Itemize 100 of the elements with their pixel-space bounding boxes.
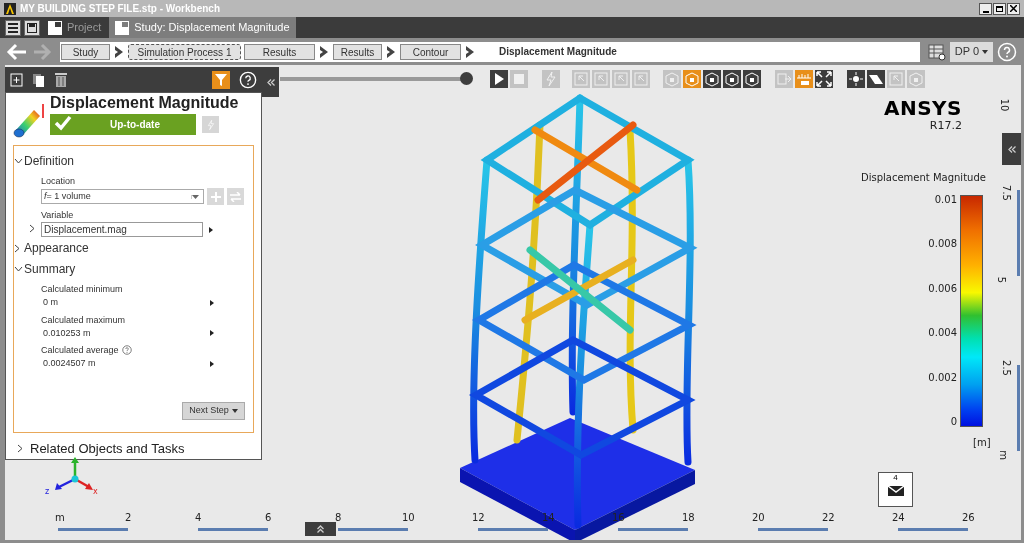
axis-label: z (45, 488, 50, 496)
scale-label: 0.006 (928, 283, 957, 294)
cube-icon (663, 70, 681, 88)
expand-arrow-icon[interactable] (210, 330, 214, 337)
cube-icon (743, 70, 761, 88)
layout-icon (48, 20, 62, 35)
ruler-label: 18 (682, 513, 695, 523)
double-chevron-up-icon (317, 525, 324, 533)
window-title: MY BUILDING STEP FILE.stp - Workbench (20, 2, 221, 16)
section-header[interactable]: Summary (24, 260, 76, 278)
toolbar-button[interactable] (847, 70, 865, 88)
breadcrumb[interactable]: Simulation Process 1 (128, 43, 241, 60)
cube-icon (723, 70, 741, 88)
breadcrumb[interactable]: Study (61, 43, 110, 60)
current-step-label: Displacement Magnitude (499, 45, 617, 59)
logo-text: ANSYS (884, 98, 962, 118)
toolbar-button[interactable] (867, 70, 885, 88)
section-header[interactable]: Definition (24, 152, 75, 170)
section-header[interactable]: Related Objects and Tasks (30, 439, 185, 459)
field-label: Location (41, 175, 76, 187)
toolbar-button[interactable] (815, 70, 833, 88)
caret-icon (231, 409, 238, 413)
field-label: Variable (41, 209, 74, 221)
breadcrumb[interactable]: Results (333, 43, 382, 60)
field-label: Calculated average (41, 344, 119, 356)
expand-bottom-button[interactable] (305, 522, 336, 536)
unit-label: [m] (973, 436, 991, 450)
ruler-label: 16 (612, 513, 625, 523)
ruler-label: 14 (542, 513, 555, 523)
plus-icon (210, 191, 221, 202)
cube-icon (703, 70, 721, 88)
legend-title: Displacement Magnitude (861, 171, 986, 185)
minimize-button[interactable] (979, 2, 992, 15)
slider-thumb[interactable] (460, 72, 473, 85)
ruler-segment (198, 528, 268, 531)
app-logo-icon (4, 2, 16, 15)
new-icon[interactable] (10, 72, 23, 87)
ruler-label: 8 (335, 513, 342, 523)
chevron-right-icon[interactable] (29, 224, 35, 233)
ruler-segment (898, 528, 968, 531)
select-icon (612, 70, 630, 88)
expand-arrow-icon[interactable] (210, 360, 214, 367)
ruler-label: 4 (195, 513, 202, 523)
maximize-button[interactable] (993, 2, 1006, 15)
save-icon (27, 22, 37, 33)
toolbar-button[interactable] (743, 70, 761, 88)
view-badge[interactable]: 4 (878, 472, 913, 507)
table-edit-icon[interactable] (928, 42, 946, 61)
chevron-down-icon[interactable] (14, 266, 24, 272)
back-arrow-icon[interactable] (6, 42, 28, 61)
expand-arrow-icon[interactable] (209, 226, 213, 233)
select-icon (592, 70, 610, 88)
cube-icon (683, 70, 701, 88)
ruler-label: 10 (402, 513, 415, 523)
breadcrumb[interactable]: Results (244, 43, 315, 60)
toolbar-button[interactable] (723, 70, 741, 88)
trash-icon[interactable] (55, 72, 67, 87)
light-icon (847, 70, 865, 88)
toolbar-button[interactable] (490, 70, 508, 88)
ruler-segment (618, 528, 688, 531)
design-point-dropdown[interactable]: DP 0 (950, 41, 993, 62)
collapse-panel-button[interactable] (262, 67, 279, 97)
ruler-segment (478, 528, 548, 531)
variable-field[interactable]: Displacement.mag (41, 222, 203, 237)
collapse-button[interactable] (1002, 133, 1021, 165)
expand-icon (815, 70, 833, 88)
location-dropdown[interactable]: f= 1 volume (41, 189, 204, 204)
ruler-segment (58, 528, 128, 531)
envelope-icon (886, 483, 905, 497)
toolbar-button[interactable] (703, 70, 721, 88)
panel-title: Displacement Magnitude (50, 94, 239, 112)
double-chevron-left-icon (266, 78, 275, 86)
copy-icon[interactable] (32, 72, 46, 87)
menu-icon (8, 22, 18, 33)
view-count: 4 (893, 473, 898, 483)
breadcrumb[interactable]: Contour (400, 43, 461, 60)
field-value: 0.0024507 m (42, 357, 97, 370)
field-value: 0.010253 m (42, 326, 92, 340)
ruler-label: 20 (752, 513, 765, 523)
chevron-icon (464, 44, 476, 59)
ruler-segment (758, 528, 828, 531)
chevron-down-icon[interactable] (14, 158, 24, 164)
chevron-icon (113, 44, 125, 59)
section-header[interactable]: Appearance (24, 239, 89, 257)
expand-arrow-icon[interactable] (210, 299, 214, 306)
axis-triad-icon (55, 457, 95, 493)
ruler-label: 22 (822, 513, 835, 523)
select-icon (572, 70, 590, 88)
ruler-label: 2 (125, 513, 132, 523)
save-button[interactable] (24, 19, 40, 36)
ruler-segment (338, 528, 408, 531)
filter-button[interactable] (212, 70, 230, 89)
ruler-label: 12 (472, 513, 485, 523)
next-step-button[interactable]: Next Step (182, 402, 245, 420)
menu-button[interactable] (5, 19, 21, 36)
close-button[interactable] (1007, 2, 1020, 15)
chevron-icon (385, 44, 397, 59)
tab[interactable]: Study: Displacement Magnitude (109, 17, 296, 38)
scale-label: 0.01 (934, 195, 957, 205)
ruler-label: 2.5 (1000, 359, 1011, 376)
